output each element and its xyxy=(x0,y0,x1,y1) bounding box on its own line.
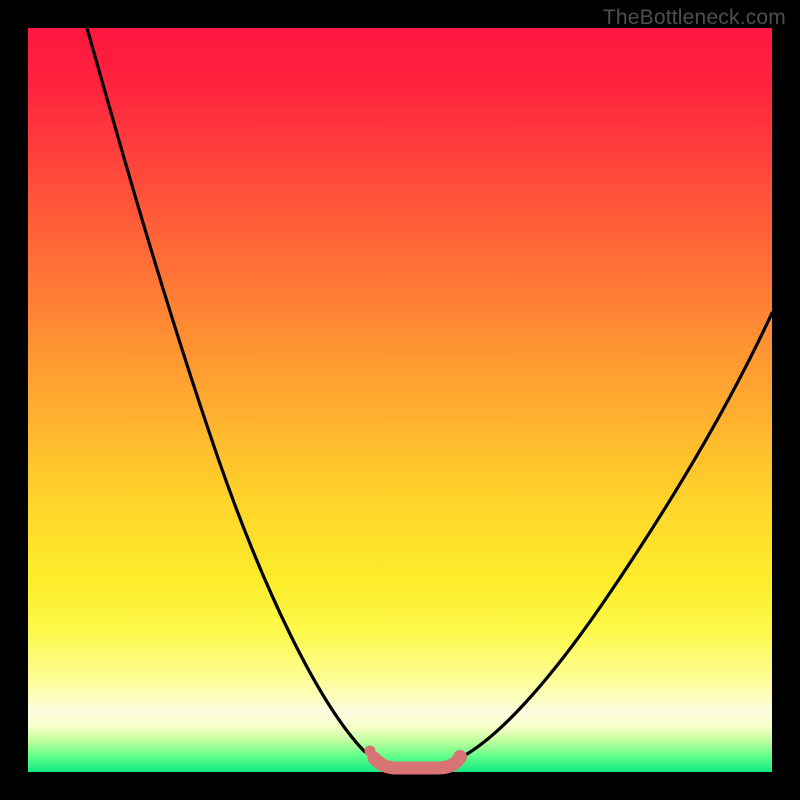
plot-area xyxy=(28,28,772,772)
valley-left-dot xyxy=(365,746,376,757)
left-branch-curve xyxy=(87,28,374,758)
curve-svg xyxy=(28,28,772,772)
valley-right-dot xyxy=(453,750,467,764)
chart-stage: TheBottleneck.com xyxy=(0,0,800,800)
right-branch-curve xyxy=(460,313,772,758)
watermark-text: TheBottleneck.com xyxy=(603,6,786,30)
valley-highlight-curve xyxy=(374,757,460,768)
